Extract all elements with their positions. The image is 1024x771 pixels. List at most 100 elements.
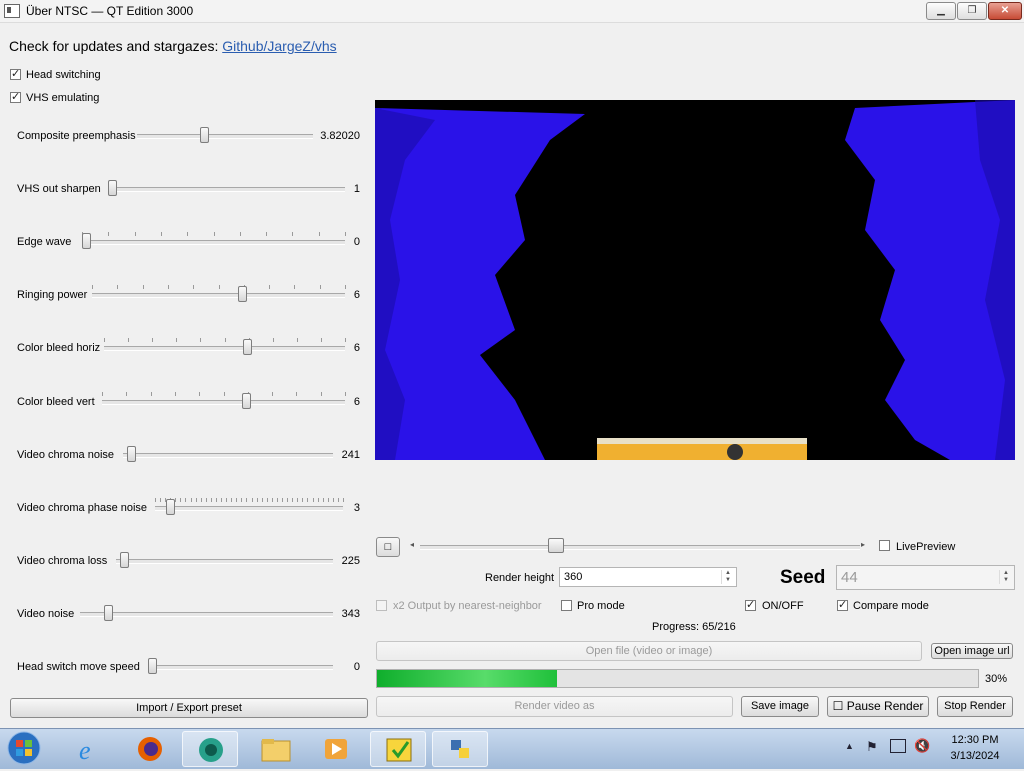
slider-track[interactable] bbox=[82, 240, 345, 245]
taskbar-media-app[interactable] bbox=[182, 731, 238, 767]
action-center-flag-icon[interactable]: ⚑ bbox=[866, 739, 878, 755]
update-notice: Check for updates and stargazes: Github/… bbox=[9, 38, 337, 54]
slider-tick bbox=[180, 498, 182, 502]
stop-preview-button[interactable]: □ bbox=[376, 537, 400, 557]
seed-value: 44 bbox=[841, 569, 858, 586]
slider-value: 6 bbox=[353, 342, 360, 354]
slider-thumb[interactable] bbox=[127, 446, 137, 462]
pause-render-label: Pause Render bbox=[846, 699, 924, 713]
taskbar-ntsc-app[interactable] bbox=[370, 731, 426, 767]
slider-track[interactable] bbox=[123, 453, 333, 458]
spin-arrows-icon[interactable]: ▲ ▼ bbox=[721, 570, 734, 584]
slider-tick bbox=[272, 392, 274, 396]
slider-tick bbox=[269, 285, 271, 289]
slider-thumb[interactable] bbox=[104, 605, 114, 621]
maximize-button[interactable]: ❐ bbox=[957, 2, 987, 20]
slider-tick bbox=[236, 498, 238, 502]
taskbar-file-explorer[interactable] bbox=[248, 731, 304, 767]
x2-output-checkbox[interactable] bbox=[376, 600, 387, 611]
pro-mode-checkbox[interactable] bbox=[561, 600, 572, 611]
head-switching-checkbox[interactable] bbox=[10, 67, 21, 80]
slider-tick bbox=[241, 498, 243, 502]
slider-track[interactable] bbox=[108, 187, 345, 192]
slider-tick bbox=[218, 285, 220, 289]
slider-tick bbox=[104, 338, 105, 342]
slider-thumb[interactable] bbox=[120, 552, 130, 568]
open-file-button[interactable]: Open file (video or image) bbox=[376, 641, 922, 661]
scroll-left-arrow-icon[interactable]: ◂ bbox=[410, 540, 414, 549]
render-height-spinbox[interactable]: 360 ▲ ▼ bbox=[559, 567, 737, 587]
slider-track[interactable] bbox=[137, 134, 313, 139]
timeline-thumb[interactable] bbox=[547, 538, 564, 553]
slider-track[interactable] bbox=[155, 506, 343, 511]
square-icon: □ bbox=[384, 541, 392, 553]
github-link[interactable]: Github/JargeZ/vhs bbox=[222, 38, 336, 54]
compare-mode-checkbox[interactable] bbox=[837, 598, 848, 611]
slider-track[interactable] bbox=[102, 400, 345, 405]
live-preview-checkbox[interactable] bbox=[879, 540, 890, 551]
slider-tick bbox=[224, 338, 226, 342]
slider-tick bbox=[231, 498, 233, 502]
taskbar-python-app[interactable] bbox=[432, 731, 488, 767]
slider-track[interactable] bbox=[92, 293, 345, 298]
slider-label: Color bleed vert bbox=[17, 396, 95, 408]
slider-tick bbox=[297, 498, 299, 502]
taskbar: e ▲ ⚑ 🔇 bbox=[0, 728, 1024, 769]
slider-thumb[interactable] bbox=[242, 393, 252, 409]
slider-thumb[interactable] bbox=[243, 339, 253, 355]
slider-track[interactable] bbox=[80, 612, 333, 617]
slider-thumb[interactable] bbox=[148, 658, 157, 674]
slider-tick bbox=[142, 285, 144, 289]
seed-spin-arrows-icon[interactable]: ▲ ▼ bbox=[999, 570, 1012, 584]
slider-tick bbox=[187, 232, 189, 236]
tray-expand-icon[interactable]: ▲ bbox=[845, 741, 854, 751]
slider-tick bbox=[307, 498, 309, 502]
seed-label: Seed bbox=[780, 567, 826, 588]
open-image-url-button[interactable]: Open image url bbox=[931, 643, 1013, 659]
slider-tick bbox=[261, 498, 263, 502]
slider-track[interactable] bbox=[148, 665, 333, 670]
slider-tick bbox=[205, 498, 207, 502]
slider-track[interactable] bbox=[104, 346, 345, 351]
clock-time[interactable]: 12:30 PM bbox=[940, 734, 1010, 746]
network-icon[interactable] bbox=[890, 739, 906, 753]
slider-tick bbox=[190, 498, 192, 502]
video-preview bbox=[375, 100, 1015, 460]
render-height-value: 360 bbox=[564, 571, 583, 583]
on-off-checkbox[interactable] bbox=[745, 598, 756, 611]
slider-thumb[interactable] bbox=[108, 180, 117, 196]
slider-tick bbox=[223, 392, 225, 396]
pause-checkbox-icon: ☐ bbox=[832, 699, 847, 713]
start-button[interactable] bbox=[4, 730, 44, 767]
vhs-emulating-checkbox[interactable] bbox=[10, 90, 21, 103]
close-button[interactable]: ✕ bbox=[988, 2, 1022, 20]
clock-date[interactable]: 3/13/2024 bbox=[940, 750, 1010, 762]
render-progress-fill bbox=[377, 670, 558, 687]
volume-muted-icon[interactable]: 🔇 bbox=[914, 738, 930, 754]
timeline-track[interactable] bbox=[420, 545, 860, 550]
scroll-right-arrow-icon[interactable]: ▸ bbox=[861, 540, 865, 549]
slider-tick bbox=[302, 498, 304, 502]
seed-spinbox[interactable]: 44 ▲ ▼ bbox=[836, 565, 1015, 590]
slider-tick bbox=[296, 338, 298, 342]
slider-thumb[interactable] bbox=[200, 127, 210, 143]
import-export-button[interactable]: Import / Export preset bbox=[10, 698, 368, 718]
save-image-button[interactable]: Save image bbox=[741, 696, 819, 717]
taskbar-internet-explorer[interactable]: e bbox=[62, 731, 118, 767]
slider-thumb[interactable] bbox=[165, 499, 175, 515]
pause-render-button[interactable]: ☐ Pause Render bbox=[827, 696, 929, 717]
render-video-button[interactable]: Render video as bbox=[376, 696, 733, 717]
slider-thumb[interactable] bbox=[238, 286, 248, 302]
slider-tick bbox=[226, 498, 228, 502]
slider-tick bbox=[282, 498, 284, 502]
internet-explorer-icon: e bbox=[79, 736, 91, 765]
stop-render-button[interactable]: Stop Render bbox=[937, 696, 1013, 717]
taskbar-firefox[interactable] bbox=[122, 731, 178, 767]
slider-value: 3.82020 bbox=[320, 130, 360, 142]
pro-mode-label: Pro mode bbox=[577, 600, 625, 612]
minimize-button[interactable]: ▁ bbox=[926, 2, 956, 20]
slider-track[interactable] bbox=[116, 559, 333, 564]
taskbar-media-player[interactable] bbox=[308, 731, 364, 767]
slider-thumb[interactable] bbox=[82, 233, 91, 249]
slider-tick bbox=[185, 498, 187, 502]
